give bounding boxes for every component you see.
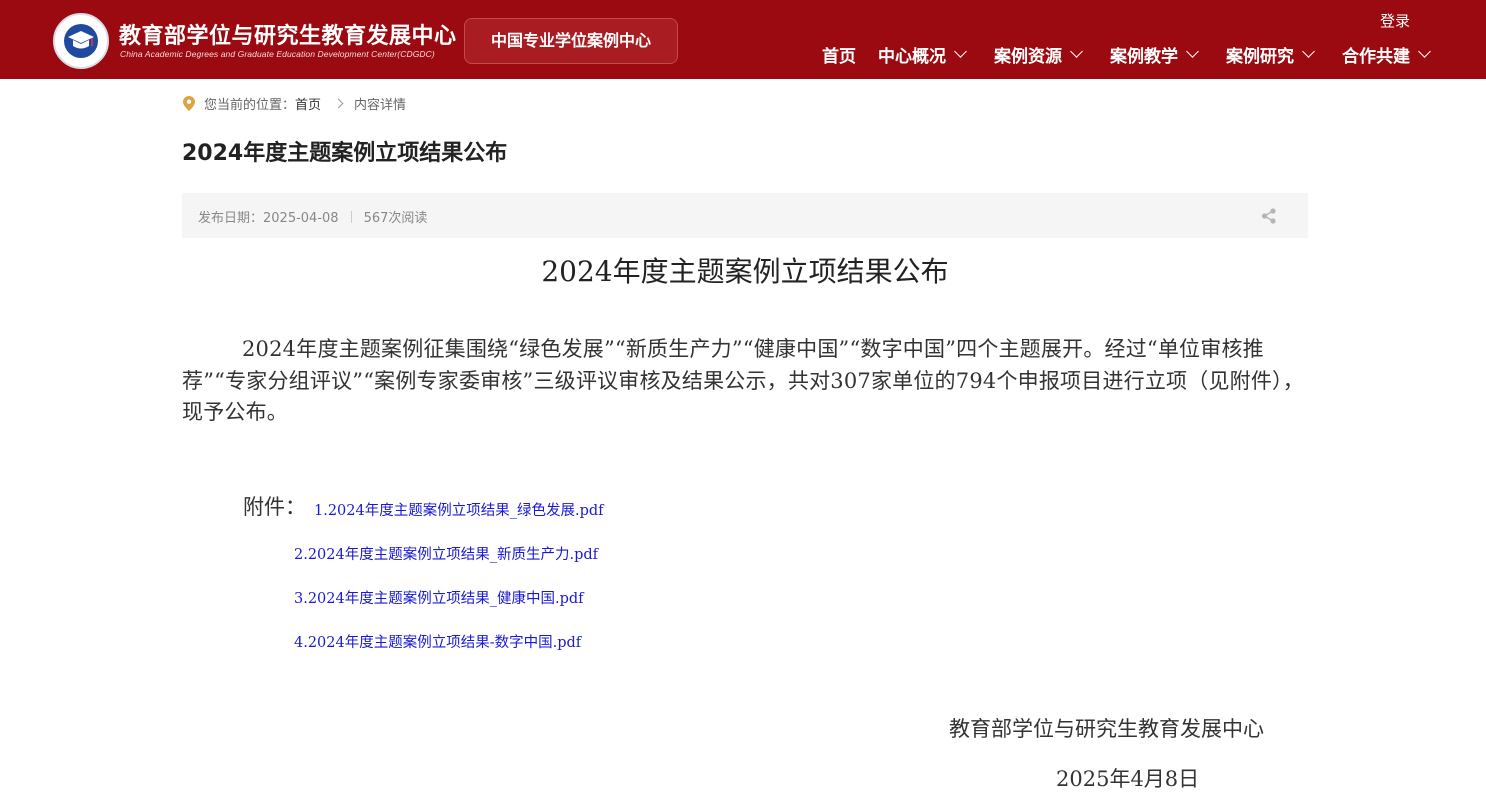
article-body: 2024年度主题案例征集围绕“绿色发展”“新质生产力”“健康中国”“数字中国”四… xyxy=(182,337,1304,424)
site-logo[interactable] xyxy=(53,13,109,69)
attachment-link[interactable]: 3.2024年度主题案例立项结果_健康中国.pdf xyxy=(294,587,584,608)
chevron-down-icon xyxy=(1418,45,1431,58)
chevron-down-icon xyxy=(1070,45,1083,58)
nav-item-about[interactable]: 中心概况 xyxy=(878,42,967,67)
article-title: 2024年度主题案例立项结果公布 xyxy=(541,255,949,288)
chevron-down-icon xyxy=(1186,45,1199,58)
attachment-link[interactable]: 2.2024年度主题案例立项结果_新质生产力.pdf xyxy=(294,543,598,564)
breadcrumb: 您当前的位置： 首页 内容详情 xyxy=(183,94,407,113)
brand-name-en: China Academic Degrees and Graduate Educ… xyxy=(120,49,435,59)
attachments-label: 附件： xyxy=(243,495,306,519)
signature-organization: 教育部学位与研究生教育发展中心 xyxy=(949,717,1264,741)
graduation-cap-icon xyxy=(64,24,98,58)
nav-item-label: 案例研究 xyxy=(1226,46,1294,67)
breadcrumb-prefix: 您当前的位置： xyxy=(204,97,296,113)
subsite-button[interactable]: 中国专业学位案例中心 xyxy=(464,18,678,64)
chevron-right-icon xyxy=(333,98,344,108)
meta-bar: 发布日期：2025-04-08 567次阅读 xyxy=(182,193,1308,238)
attachment-link[interactable]: 1.2024年度主题案例立项结果_绿色发展.pdf xyxy=(314,499,604,520)
brand-name-cn[interactable]: 教育部学位与研究生教育发展中心 xyxy=(119,18,457,50)
chevron-down-icon xyxy=(954,45,967,58)
share-icon[interactable] xyxy=(1260,207,1278,225)
chevron-down-icon xyxy=(1302,45,1315,58)
read-count: 567次阅读 xyxy=(363,211,428,226)
breadcrumb-current: 内容详情 xyxy=(354,97,407,113)
nav-item-label: 合作共建 xyxy=(1342,46,1410,67)
nav-item-home[interactable]: 首页 xyxy=(822,42,856,67)
attachment-link[interactable]: 4.2024年度主题案例立项结果-数字中国.pdf xyxy=(294,631,581,652)
login-link[interactable]: 登录 xyxy=(1380,10,1410,31)
nav-item-cooperation[interactable]: 合作共建 xyxy=(1342,42,1431,67)
breadcrumb-home-link[interactable]: 首页 xyxy=(295,94,321,113)
nav-item-research[interactable]: 案例研究 xyxy=(1226,42,1315,67)
publish-date: 发布日期：2025-04-08 xyxy=(198,211,339,226)
nav-item-label: 案例资源 xyxy=(994,46,1062,67)
nav-item-teaching[interactable]: 案例教学 xyxy=(1110,42,1199,67)
nav-item-label: 中心概况 xyxy=(878,46,946,67)
meta-divider xyxy=(350,210,352,223)
signature-date: 2025年4月8日 xyxy=(1056,767,1200,791)
nav-item-label: 首页 xyxy=(822,46,856,67)
nav-item-resources[interactable]: 案例资源 xyxy=(994,42,1083,67)
site-header: 教育部学位与研究生教育发展中心 China Academic Degrees a… xyxy=(0,0,1486,79)
location-pin-icon xyxy=(183,95,195,111)
article-meta: 发布日期：2025-04-08 567次阅读 xyxy=(198,207,427,226)
page-title: 2024年度主题案例立项结果公布 xyxy=(182,141,508,166)
nav-item-label: 案例教学 xyxy=(1110,46,1178,67)
